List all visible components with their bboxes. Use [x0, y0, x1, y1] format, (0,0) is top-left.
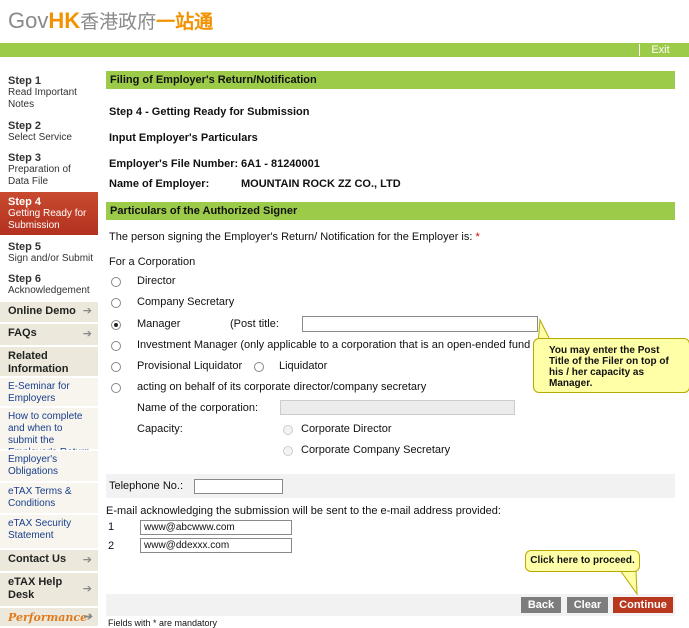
contact-us-label: Contact Us [8, 553, 67, 565]
telephone-label: Telephone No.: [109, 480, 183, 492]
logo-gov-text: Gov [8, 8, 49, 33]
link-e-seminar[interactable]: E-Seminar for Employers [0, 377, 98, 406]
for-corporation-label: For a Corporation [109, 256, 196, 268]
step-number: Step 5 [8, 241, 42, 253]
sidebar-step-3[interactable]: Step 3 Preparation of Data File [0, 148, 98, 190]
employer-name-value: MOUNTAIN ROCK ZZ CO., LTD [241, 178, 401, 190]
etax-help-label: eTAX Help Desk [8, 576, 63, 601]
post-title-tooltip: You may enter the Post Title of the File… [533, 338, 689, 393]
related-information-label: Related Information [8, 350, 69, 375]
radio-manager[interactable] [111, 320, 121, 330]
email-input-1[interactable]: www@abcwww.com [140, 520, 292, 535]
step-number: Step 4 [8, 196, 42, 208]
proceed-tip-pointer [619, 569, 638, 596]
etax-help-desk-link[interactable]: eTAX Help Desk ➔ [0, 572, 98, 606]
step-number: Step 2 [8, 120, 42, 132]
faqs-label: FAQs [8, 327, 37, 339]
input-particulars-heading: Input Employer's Particulars [109, 132, 258, 144]
label-liquidator: Liquidator [279, 360, 328, 372]
file-number-label: Employer's File Number: [109, 158, 239, 170]
link-etax-security[interactable]: eTAX Security Statement [0, 514, 98, 548]
section-title-signer: Particulars of the Authorized Signer [106, 202, 675, 220]
label-acting-on-behalf: acting on behalf of its corporate direct… [137, 381, 427, 393]
post-title-input[interactable] [302, 316, 538, 332]
arrow-right-icon: ➔ [82, 553, 92, 566]
related-information-heading: Related Information [0, 346, 98, 376]
govhk-logo[interactable]: GovHK香港政府一站通 [8, 6, 213, 36]
sidebar-step-5[interactable]: Step 5 Sign and/or Submit [0, 237, 98, 267]
sidebar-step-4-current[interactable]: Step 4 Getting Ready for Submission [0, 192, 98, 235]
email-row-number-2: 2 [108, 540, 115, 552]
radio-investment-manager[interactable] [111, 341, 121, 351]
step-number: Step 3 [8, 152, 42, 164]
link-how-to-complete[interactable]: How to complete and when to submit the E… [0, 407, 98, 458]
capacity-label: Capacity: [137, 423, 183, 435]
radio-provisional-liquidator[interactable] [111, 362, 121, 372]
signer-intro: The person signing the Employer's Return… [109, 231, 480, 243]
section-title-filing: Filing of Employer's Return/Notification [106, 71, 675, 89]
logo-hk-text: HK [48, 8, 81, 33]
radio-corporate-company-secretary[interactable] [283, 446, 293, 456]
arrow-right-icon: ➔ [82, 610, 92, 623]
back-button[interactable]: Back [521, 597, 561, 613]
corporation-name-input[interactable] [280, 400, 515, 415]
sidebar-step-2[interactable]: Step 2 Select Service [0, 116, 98, 146]
label-post-title: (Post title: [230, 318, 279, 330]
performance-pledge-link[interactable]: Performance ➔ [0, 607, 98, 626]
continue-button[interactable]: Continue [613, 597, 673, 613]
label-provisional-liquidator: Provisional Liquidator [137, 360, 243, 372]
logo-zh-grey-text: 香港政府 [80, 11, 157, 33]
clear-button[interactable]: Clear [567, 597, 608, 613]
faqs-link[interactable]: FAQs ➔ [0, 323, 98, 345]
sidebar-step-6[interactable]: Step 6 Acknowledgement [0, 269, 98, 299]
link-etax-terms[interactable]: eTAX Terms & Conditions [0, 482, 98, 513]
email-row-number-1: 1 [108, 521, 115, 533]
step-heading: Step 4 - Getting Ready for Submission [109, 106, 310, 118]
label-investment-manager: Investment Manager (only applicable to a… [137, 339, 545, 351]
arrow-right-icon: ➔ [82, 327, 92, 340]
telephone-input[interactable] [194, 479, 283, 494]
exit-button[interactable]: Exit [639, 44, 681, 56]
step-label: Acknowledgement [8, 285, 90, 296]
online-demo-label: Online Demo [8, 305, 76, 317]
label-manager: Manager [137, 318, 181, 330]
label-corporate-director: Corporate Director [301, 423, 392, 435]
mandatory-footnote: Fields with * are mandatory [108, 618, 218, 628]
email-intro: E-mail acknowledging the submission will… [106, 505, 501, 517]
radio-director[interactable] [111, 277, 121, 287]
sidebar: Step 1 Read Important Notes Step 2 Selec… [0, 62, 98, 626]
contact-us-link[interactable]: Contact Us ➔ [0, 549, 98, 571]
performance-label: Performance [8, 611, 88, 624]
sidebar-step-1[interactable]: Step 1 Read Important Notes [0, 71, 98, 113]
employer-name-label: Name of Employer: [109, 178, 210, 190]
label-corporate-company-secretary: Corporate Company Secretary [301, 444, 451, 456]
step-label: Getting Ready for Submission [8, 208, 87, 231]
link-employer-obligations[interactable]: Employer's Obligations [0, 450, 98, 481]
logo-zh-orange-text: 一站通 [156, 11, 214, 33]
telephone-row [106, 474, 675, 498]
arrow-right-icon: ➔ [82, 582, 92, 595]
step-label: Preparation of Data File [8, 164, 71, 187]
label-director: Director [137, 275, 176, 287]
radio-acting-on-behalf[interactable] [111, 383, 121, 393]
file-number-value: 6A1 - 81240001 [241, 158, 320, 170]
label-company-secretary: Company Secretary [137, 296, 235, 308]
radio-corporate-director[interactable] [283, 425, 293, 435]
radio-liquidator[interactable] [254, 362, 264, 372]
step-label: Select Service [8, 132, 72, 143]
signer-intro-text: The person signing the Employer's Return… [109, 231, 473, 243]
step-label: Sign and/or Submit [8, 253, 94, 264]
step-label: Read Important Notes [8, 87, 77, 110]
radio-company-secretary[interactable] [111, 298, 121, 308]
proceed-tooltip: Click here to proceed. [525, 550, 640, 572]
corporation-name-label: Name of the corporation: [137, 402, 259, 414]
arrow-right-icon: ➔ [82, 305, 92, 317]
online-demo-link[interactable]: Online Demo ➔ [0, 301, 98, 322]
top-green-bar [0, 43, 689, 57]
required-mark: * [475, 231, 480, 243]
step-number: Step 6 [8, 273, 42, 285]
email-input-2[interactable]: www@ddexxx.com [140, 538, 292, 553]
step-number: Step 1 [8, 75, 42, 87]
